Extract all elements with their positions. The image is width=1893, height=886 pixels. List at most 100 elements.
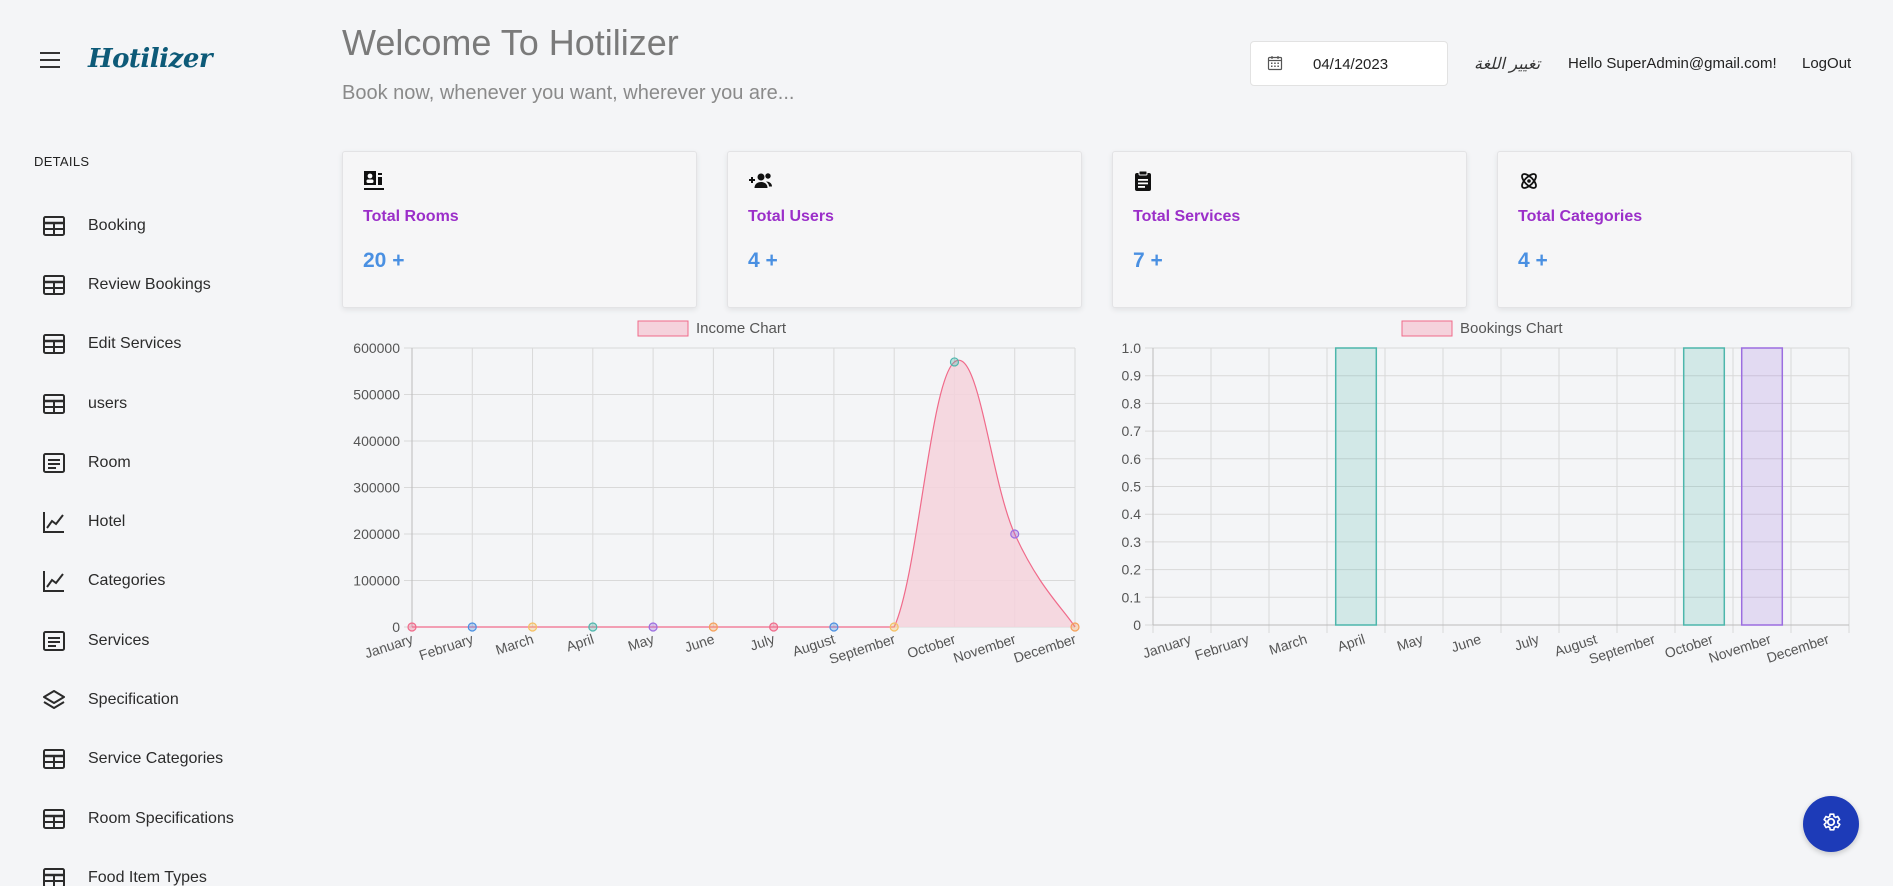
y-tick-label: 0.4 (1122, 506, 1142, 522)
user-greeting: Hello SuperAdmin@gmail.com! (1568, 55, 1777, 72)
sidebar-item-specification[interactable]: Specification (0, 670, 300, 729)
y-tick-label: 0.3 (1122, 534, 1142, 550)
sidebar-item-food-item-types[interactable]: Food Item Types (0, 848, 300, 886)
y-tick-label: 0 (1133, 617, 1141, 633)
legend-swatch (637, 320, 689, 337)
y-tick-label: 0.1 (1122, 589, 1142, 605)
sidebar-item-label: Categories (88, 572, 166, 590)
data-point (648, 622, 658, 632)
legend-label: Bookings Chart (1460, 320, 1563, 337)
table-icon (42, 807, 66, 831)
sidebar-item-label: Review Bookings (88, 275, 211, 293)
bar (1740, 347, 1784, 626)
clipboard-icon (1133, 170, 1157, 194)
sidebar: Hotilizer DETAILS Booking Review Bookings… (0, 0, 300, 886)
sidebar-item-room-specifications[interactable]: Room Specifications (0, 789, 300, 848)
income-chart: Income Chart 0 100000 200000 300000 400000 500… (342, 318, 1082, 683)
card-value: 4 + (1518, 249, 1548, 272)
card-title: Total Rooms (363, 208, 459, 225)
data-point (769, 622, 779, 632)
sidebar-item-users[interactable]: users (0, 374, 300, 433)
menu-toggle-icon[interactable] (40, 52, 60, 68)
sidebar-item-services[interactable]: Services (0, 611, 300, 670)
sidebar-item-service-categories[interactable]: Service Categories (0, 730, 300, 789)
y-tick-label: 300000 (353, 480, 400, 496)
page-tagline: Book now, whenever you want, wherever yo… (342, 82, 795, 104)
x-tick-label: November (1707, 631, 1774, 666)
sidebar-item-label: Edit Services (88, 335, 182, 353)
y-tick-label: 0.6 (1122, 451, 1142, 467)
x-tick-label: September (1587, 631, 1657, 667)
x-tick-label: March (494, 631, 536, 658)
sidebar-item-label: Booking (88, 216, 146, 234)
data-point (889, 622, 899, 632)
y-tick-label: 0 (392, 619, 400, 635)
data-point (467, 622, 477, 632)
y-tick-label: 600000 (353, 340, 400, 356)
x-tick-label: March (1267, 631, 1309, 658)
sidebar-item-review-bookings[interactable]: Review Bookings (0, 255, 300, 314)
data-point (407, 622, 417, 632)
data-point (588, 622, 598, 632)
x-tick-label: December (1012, 631, 1079, 666)
x-tick-label: April (564, 631, 596, 655)
sidebar-item-room[interactable]: Room (0, 433, 300, 492)
table-icon (42, 273, 66, 297)
x-tick-label: October (905, 631, 958, 662)
atom-icon (1518, 170, 1542, 194)
legend-swatch (1401, 320, 1453, 337)
x-tick-label: June (682, 631, 716, 656)
table-icon (42, 392, 66, 416)
date-picker[interactable]: 04/14/2023 (1250, 41, 1448, 86)
logout-link[interactable]: LogOut (1802, 55, 1851, 72)
x-tick-label: May (1395, 631, 1425, 654)
card-value: 7 + (1133, 249, 1163, 272)
bar (1334, 347, 1378, 626)
bookings-chart-svg: Bookings Chart 0 0.1 0.2 0.3 0.4 0.5 0.6 0.7 0.8 0… (1122, 320, 1850, 667)
y-tick-label: 200000 (353, 526, 400, 542)
settings-button[interactable] (1803, 796, 1859, 852)
total-rooms-card: Total Rooms 20 + (342, 151, 697, 308)
total-services-card: Total Services 7 + (1112, 151, 1467, 308)
total-categories-card: Total Categories 4 + (1497, 151, 1852, 308)
y-tick-label: 0.2 (1122, 562, 1142, 578)
x-tick-label: July (1512, 631, 1541, 654)
x-tick-label: April (1335, 631, 1367, 655)
x-tick-label: November (951, 631, 1018, 666)
sidebar-item-booking[interactable]: Booking (0, 196, 300, 255)
sidebar-item-label: users (88, 394, 128, 412)
table-icon (42, 866, 66, 886)
y-tick-label: 0.8 (1122, 395, 1142, 411)
bar (1682, 347, 1726, 626)
sidebar-item-categories[interactable]: Categories (0, 552, 300, 611)
table-icon (42, 332, 66, 356)
page-title: Welcome To Hotilizer (342, 22, 679, 63)
x-tick-label: September (827, 631, 897, 667)
layers-icon (42, 688, 66, 712)
x-tick-label: January (363, 631, 415, 662)
add-users-icon (748, 170, 772, 194)
sidebar-item-label: Room Specifications (88, 809, 234, 827)
income-area (412, 360, 1075, 627)
sidebar-item-label: Services (88, 631, 150, 649)
x-tick-label: January (1141, 631, 1193, 662)
card-value: 20 + (363, 249, 405, 272)
sidebar-item-edit-services[interactable]: Edit Services (0, 315, 300, 374)
gear-icon (1820, 811, 1842, 838)
data-point (949, 357, 960, 367)
language-toggle-link[interactable]: تغيير اللغة (1474, 54, 1540, 74)
list-box-icon (42, 451, 66, 475)
date-value: 04/14/2023 (1313, 56, 1389, 73)
room-badge-icon (363, 170, 387, 194)
card-title: Total Users (748, 208, 834, 225)
y-tick-label: 0.5 (1122, 479, 1142, 495)
sidebar-item-label: Service Categories (88, 750, 224, 768)
sidebar-item-label: Hotel (88, 513, 126, 531)
sidebar-item-label: Specification (88, 691, 179, 709)
sidebar-item-hotel[interactable]: Hotel (0, 492, 300, 551)
data-point (1010, 529, 1020, 539)
sidebar-nav: Booking Review Bookings Edit Services users… (0, 196, 300, 886)
app-logo[interactable]: Hotilizer (88, 44, 213, 74)
sidebar-item-label: Food Item Types (88, 868, 207, 886)
list-box-icon (42, 629, 66, 653)
